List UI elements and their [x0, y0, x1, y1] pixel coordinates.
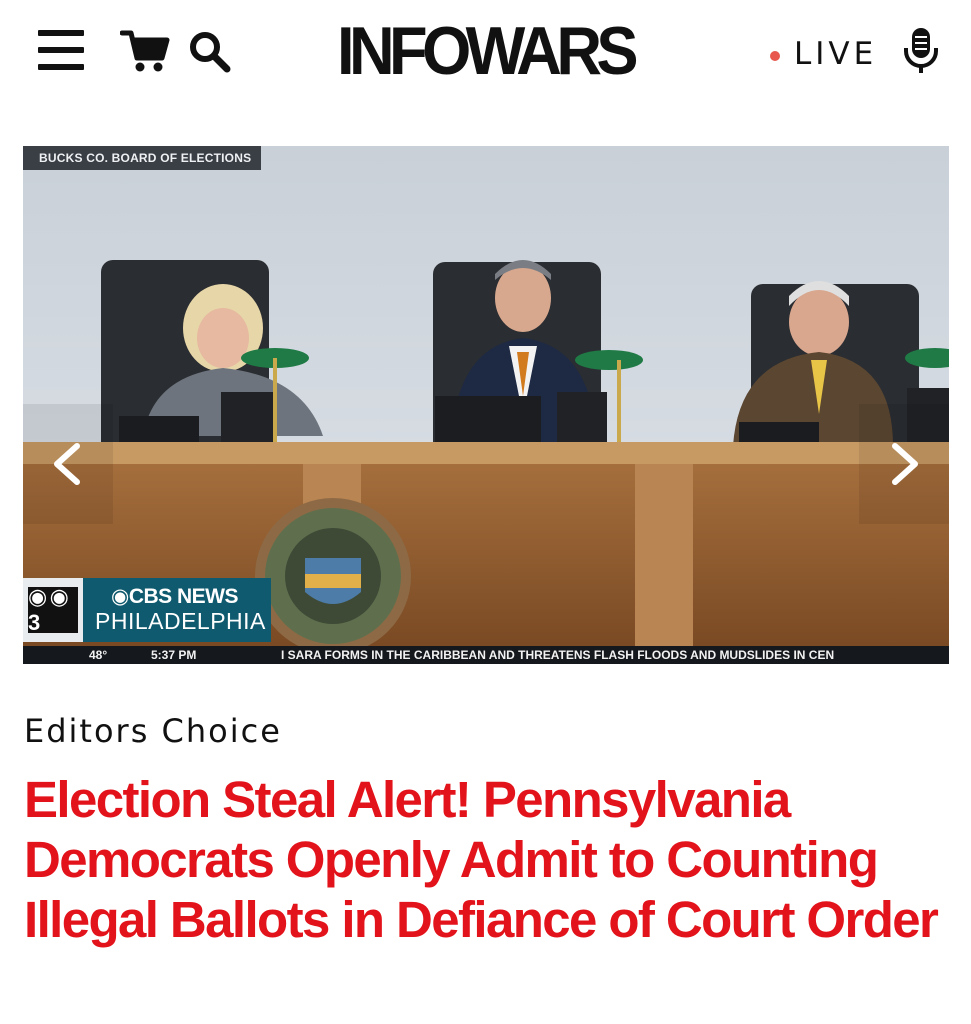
carousel-prev-button[interactable]: [23, 404, 113, 524]
svg-text:INFOWARS: INFOWARS: [337, 18, 636, 82]
chevron-left-icon: [54, 443, 80, 485]
microphone-icon[interactable]: [901, 26, 941, 76]
search-icon[interactable]: [188, 30, 232, 74]
network-name: ◉CBS NEWS: [111, 585, 239, 608]
cbs3-logo: ◉ ◉ 3: [23, 578, 83, 642]
carousel-next-button[interactable]: [859, 404, 949, 524]
live-indicator-dot: [770, 51, 780, 61]
network-bug: ◉CBS NEWS PHILADELPHIA: [83, 578, 271, 642]
ticker-crawl: I SARA FORMS IN THE CARIBBEAN AND THREAT…: [281, 648, 835, 662]
ticker-temperature: 48°: [89, 648, 108, 662]
infowars-logo[interactable]: INFOWARS: [337, 13, 642, 89]
section-label[interactable]: Editors Choice: [24, 712, 282, 750]
shopping-cart-icon[interactable]: [119, 28, 170, 74]
network-city: PHILADELPHIA: [95, 608, 266, 634]
cbs3-badge: ◉ ◉ 3: [28, 584, 78, 635]
chevron-right-icon: [892, 443, 918, 485]
news-ticker: 48° 5:37 PM I SARA FORMS IN THE CARIBBEA…: [23, 646, 949, 664]
source-tag: BUCKS CO. BOARD OF ELECTIONS: [23, 146, 262, 170]
ticker-time: 5:37 PM: [151, 648, 197, 662]
hamburger-menu-icon[interactable]: [38, 30, 84, 70]
site-header: INFOWARS LIVE: [0, 0, 971, 110]
article-headline[interactable]: Election Steal Alert! Pennsylvania Democ…: [24, 770, 954, 950]
infowars-logo-mark: INFOWARS: [337, 13, 642, 89]
live-label: LIVE: [794, 36, 878, 72]
live-link[interactable]: LIVE: [770, 30, 877, 78]
featured-media[interactable]: BUCKS CO. BOARD OF ELECTIONS ◉ ◉ 3 ◉CBS …: [23, 146, 949, 664]
